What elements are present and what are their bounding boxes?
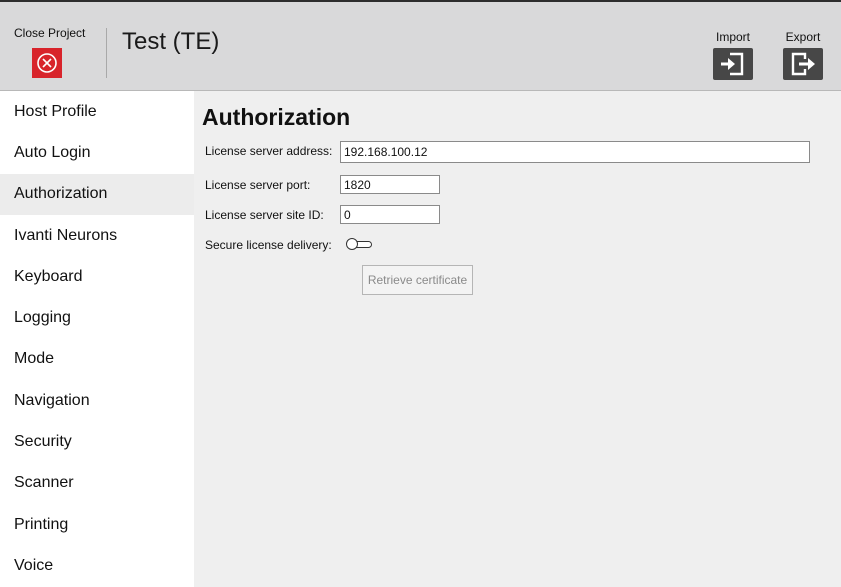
- sidebar-item-label: Security: [14, 433, 72, 451]
- secure-license-delivery-label: Secure license delivery:: [205, 238, 332, 252]
- import-button[interactable]: Import: [710, 30, 756, 80]
- sidebar-item-label: Mode: [14, 350, 55, 368]
- sidebar-item-authorization[interactable]: Authorization: [0, 173, 194, 215]
- sidebar-item-label: Scanner: [14, 474, 74, 492]
- sidebar-item-label: Keyboard: [14, 267, 83, 285]
- sidebar-item-printing[interactable]: Printing: [0, 504, 194, 545]
- sidebar-item-ivanti-neurons[interactable]: Ivanti Neurons: [0, 215, 194, 256]
- export-icon: [783, 48, 823, 80]
- sidebar-item-logging[interactable]: Logging: [0, 297, 194, 338]
- sidebar-item-auto-login[interactable]: Auto Login: [0, 132, 194, 173]
- sidebar-item-mode[interactable]: Mode: [0, 339, 194, 380]
- sidebar-item-label: Auto Login: [14, 143, 91, 161]
- sidebar-item-label: Authorization: [14, 185, 108, 203]
- sidebar-item-label: Voice: [14, 556, 54, 574]
- close-project-label: Close Project: [14, 26, 86, 40]
- sidebar-item-label: Logging: [14, 309, 71, 327]
- license-server-address-label: License server address:: [205, 144, 333, 158]
- sidebar-item-keyboard[interactable]: Keyboard: [0, 256, 194, 297]
- export-button[interactable]: Export: [780, 30, 826, 80]
- license-server-port-label: License server port:: [205, 178, 311, 192]
- sidebar-item-label: Printing: [14, 515, 69, 533]
- sidebar-item-voice[interactable]: Voice: [0, 545, 194, 586]
- retrieve-certificate-button[interactable]: Retrieve certificate: [362, 265, 473, 295]
- license-server-site-id-input[interactable]: [340, 205, 440, 224]
- main-panel: Authorization License server address: Li…: [194, 91, 841, 587]
- license-server-port-input[interactable]: [340, 175, 440, 194]
- secure-license-delivery-toggle[interactable]: [346, 238, 372, 250]
- project-title: Test (TE): [122, 28, 220, 55]
- sidebar-nav: Host Profile Auto Login Authorization Iv…: [0, 91, 194, 587]
- sidebar-item-label: Navigation: [14, 391, 90, 409]
- close-project-button[interactable]: [32, 48, 62, 78]
- header-bar: Close Project Test (TE) Import Export: [0, 0, 841, 91]
- import-icon: [713, 48, 753, 80]
- sidebar-item-label: Ivanti Neurons: [14, 226, 118, 244]
- close-project-group: Close Project: [14, 26, 86, 78]
- close-circle-icon: [37, 53, 57, 73]
- toggle-knob: [346, 238, 358, 250]
- import-label: Import: [715, 30, 750, 44]
- sidebar-item-navigation[interactable]: Navigation: [0, 380, 194, 421]
- page-title: Authorization: [202, 104, 351, 130]
- license-server-address-input[interactable]: [340, 141, 810, 163]
- sidebar-item-host-profile[interactable]: Host Profile: [0, 91, 194, 132]
- sidebar-item-scanner[interactable]: Scanner: [0, 463, 194, 504]
- sidebar-item-label: Host Profile: [14, 102, 97, 120]
- export-label: Export: [785, 30, 821, 44]
- sidebar-item-security[interactable]: Security: [0, 421, 194, 462]
- header-divider: [106, 28, 107, 78]
- license-server-site-id-label: License server site ID:: [205, 208, 324, 222]
